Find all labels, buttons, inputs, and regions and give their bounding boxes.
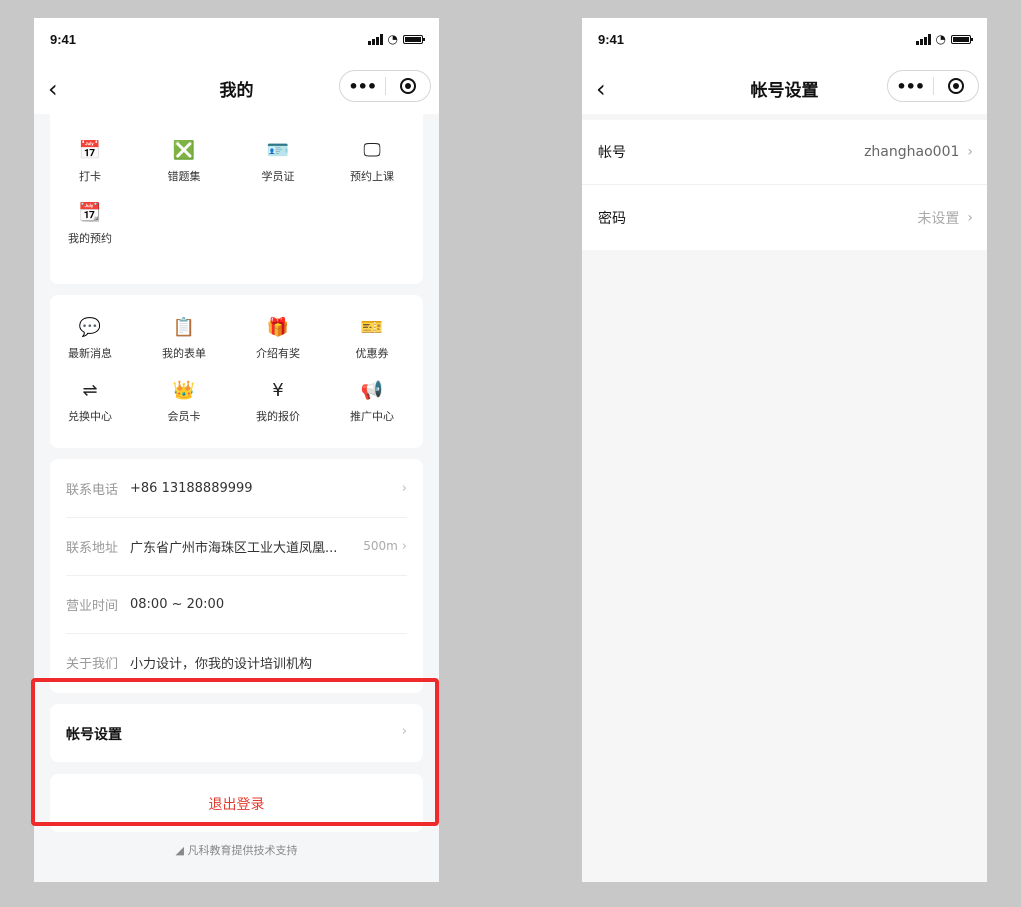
account-settings-label: 帐号设置 [66, 727, 122, 743]
mini-program-capsule: ••• [339, 70, 431, 102]
address-label: 联系地址 [66, 540, 119, 556]
student-card-icon: 🪪 [266, 140, 290, 161]
grid-item-label: 我的报价 [256, 410, 300, 423]
grid-item-my-booking[interactable]: 📆 我的预约 [50, 202, 130, 246]
calendar-check-icon: 📅 [78, 140, 102, 161]
logout-label: 退出登录 [208, 797, 265, 813]
about-value: 小力设计，你我的设计培训机构 [130, 656, 313, 672]
phone-row[interactable]: 联系电话 +86 13188889999 › [66, 459, 407, 518]
chevron-right-icon: › [401, 480, 407, 496]
settings-list: 帐号 zhanghao001 › 密码 未设置 › [582, 120, 987, 250]
address-value: 广东省广州市海珠区工业大道凤凰... [130, 540, 338, 556]
signal-icon [367, 34, 383, 45]
grid-item-label: 我的表单 [162, 347, 206, 360]
grid-item-checkin[interactable]: 📅 打卡 [50, 140, 130, 184]
grid-item-coupons[interactable]: 🎫 优惠券 [332, 317, 412, 361]
grid-item-label: 学员证 [261, 170, 295, 183]
status-time: 9:41 [598, 32, 625, 47]
chevron-right-icon: › [401, 724, 407, 739]
calendar-booking-icon: 📆 [78, 202, 102, 223]
chevron-right-icon: › [967, 144, 973, 160]
gift-icon: 🎁 [266, 317, 290, 338]
account-value: zhanghao001 [864, 144, 960, 160]
grid-item-promotion[interactable]: 📢 推广中心 [332, 380, 412, 424]
password-label: 密码 [598, 210, 626, 227]
grid-item-label: 兑换中心 [68, 410, 112, 423]
nav-bar: ‹ 帐号设置 ••• [582, 64, 987, 114]
status-time: 9:41 [50, 32, 77, 47]
shortcut-grid-card: 📅 打卡 ❎ 错题集 🪪 学员证 🖵 预约上课 📆 我的预约 [50, 104, 423, 284]
grid-item-exchange[interactable]: ⇌ 兑换中心 [50, 380, 130, 424]
form-icon: 📋 [172, 317, 196, 338]
status-icons: ◔ [367, 32, 425, 46]
grid-item-messages[interactable]: 💬 最新消息 [50, 317, 130, 361]
footer-text: 凡科教育提供技术支持 [187, 844, 298, 857]
battery-icon [951, 35, 973, 44]
grid-item-label: 优惠券 [355, 347, 389, 360]
grid-item-label: 最新消息 [68, 347, 112, 360]
account-row[interactable]: 帐号 zhanghao001 › [582, 120, 987, 185]
battery-icon [403, 35, 425, 44]
account-settings-button[interactable]: 帐号设置 › [50, 704, 423, 762]
status-bar: 9:41 ◔ [582, 18, 987, 64]
grid-item-student-card[interactable]: 🪪 学员证 [238, 140, 318, 184]
grid-item-label: 打卡 [79, 170, 101, 183]
grid-item-quotes[interactable]: ¥ 我的报价 [238, 380, 318, 424]
password-row[interactable]: 密码 未设置 › [582, 185, 987, 250]
grid-item-book-class[interactable]: 🖵 预约上课 [332, 140, 412, 184]
about-label: 关于我们 [66, 656, 119, 672]
footer-credit: ◢ 凡科教育提供技术支持 [34, 842, 439, 858]
grid-item-forms[interactable]: 📋 我的表单 [144, 317, 224, 361]
close-target-icon[interactable] [934, 78, 979, 94]
logout-button[interactable]: 退出登录 [50, 774, 423, 832]
hours-label: 营业时间 [66, 598, 119, 614]
grid-item-member-card[interactable]: 👑 会员卡 [144, 380, 224, 424]
hours-row: 营业时间 08:00 ~ 20:00 [66, 575, 407, 634]
scroll-area[interactable]: 📅 打卡 ❎ 错题集 🪪 学员证 🖵 预约上课 📆 我的预约 💬 最新消息 📋 … [34, 104, 439, 882]
grid-item-label: 错题集 [167, 170, 201, 183]
grid-item-label: 推广中心 [350, 410, 394, 423]
message-icon: 💬 [78, 317, 102, 338]
address-row[interactable]: 联系地址 广东省广州市海珠区工业大道凤凰... 500m › [66, 517, 407, 576]
brand-logo-icon: ◢ [175, 844, 184, 857]
price-icon: ¥ [272, 380, 284, 401]
exchange-icon: ⇌ [82, 380, 98, 401]
contact-info-card: 联系电话 +86 13188889999 › 联系地址 广东省广州市海珠区工业大… [50, 459, 423, 693]
status-bar: 9:41 ◔ [34, 18, 439, 64]
member-crown-icon: 👑 [172, 380, 196, 401]
status-icons: ◔ [915, 32, 973, 46]
grid-item-label: 预约上课 [350, 170, 394, 183]
more-icon[interactable]: ••• [340, 77, 385, 96]
mini-program-capsule: ••• [887, 70, 979, 102]
phone-label: 联系电话 [66, 482, 119, 498]
megaphone-icon: 📢 [360, 380, 384, 401]
class-board-icon: 🖵 [363, 140, 381, 161]
coupon-icon: 🎫 [360, 317, 384, 338]
phone-screen-mine: 9:41 ◔ ‹ 我的 ••• 📅 打卡 ❎ 错题集 🪪 学员证 🖵 预约上课 … [34, 18, 439, 882]
error-book-icon: ❎ [172, 140, 196, 161]
hours-value: 08:00 ~ 20:00 [130, 596, 225, 612]
account-label: 帐号 [598, 145, 626, 161]
grid-item-label: 介绍有奖 [256, 347, 300, 360]
about-row: 关于我们 小力设计，你我的设计培训机构 [66, 633, 407, 691]
grid-item-error-book[interactable]: ❎ 错题集 [144, 140, 224, 184]
grid-item-referral[interactable]: 🎁 介绍有奖 [238, 317, 318, 361]
phone-value: +86 13188889999 [130, 480, 253, 496]
services-grid-card: 💬 最新消息 📋 我的表单 🎁 介绍有奖 🎫 优惠券 ⇌ 兑换中心 👑 会员卡 … [50, 295, 423, 448]
distance-value: 500m [363, 539, 398, 553]
chevron-right-icon: › [401, 538, 407, 554]
grid-item-label: 会员卡 [167, 410, 201, 423]
phone-screen-account-settings: 9:41 ◔ ‹ 帐号设置 ••• 帐号 zhanghao001 › 密码 未设… [582, 18, 987, 882]
wifi-icon: ◔ [387, 32, 398, 46]
chevron-right-icon: › [967, 209, 973, 226]
signal-icon [915, 34, 931, 45]
more-icon[interactable]: ••• [888, 77, 933, 96]
close-target-icon[interactable] [386, 78, 431, 94]
grid-item-label: 我的预约 [68, 232, 112, 245]
password-value: 未设置 [917, 210, 960, 227]
wifi-icon: ◔ [935, 32, 946, 46]
